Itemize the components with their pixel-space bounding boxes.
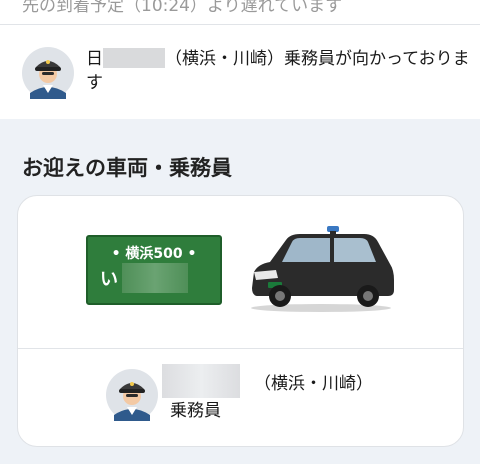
banner-prefix: 日 — [86, 49, 103, 69]
redacted-name — [103, 48, 165, 68]
driver-avatar-icon — [106, 369, 158, 421]
banner-message: 日（横浜・川崎）乗務員が向かっております — [86, 47, 470, 95]
truncated-status-text: 先の到着予定（10:24）より遅れています — [22, 0, 343, 16]
top-status-strip: 先の到着予定（10:24）より遅れています — [0, 0, 480, 24]
license-plate: • 横浜500 • い — [86, 235, 222, 305]
driver-region: （横浜・川崎） — [254, 374, 373, 394]
card-divider — [18, 348, 463, 349]
redacted-driver-name — [162, 364, 240, 398]
driver-status-banner: 日（横浜・川崎）乗務員が向かっております — [0, 25, 480, 119]
driver-role: 乗務員 — [170, 401, 221, 421]
plate-kana: い — [100, 269, 118, 290]
redacted-plate-number — [122, 263, 188, 293]
taxi-icon — [251, 226, 394, 312]
section-title: お迎えの車両・乗務員 — [22, 156, 232, 180]
plate-region: • 横浜500 • — [111, 246, 197, 262]
vehicle-driver-card: • 横浜500 • い （横浜・川崎） 乗務員 — [17, 195, 464, 447]
driver-avatar-icon — [22, 47, 74, 99]
